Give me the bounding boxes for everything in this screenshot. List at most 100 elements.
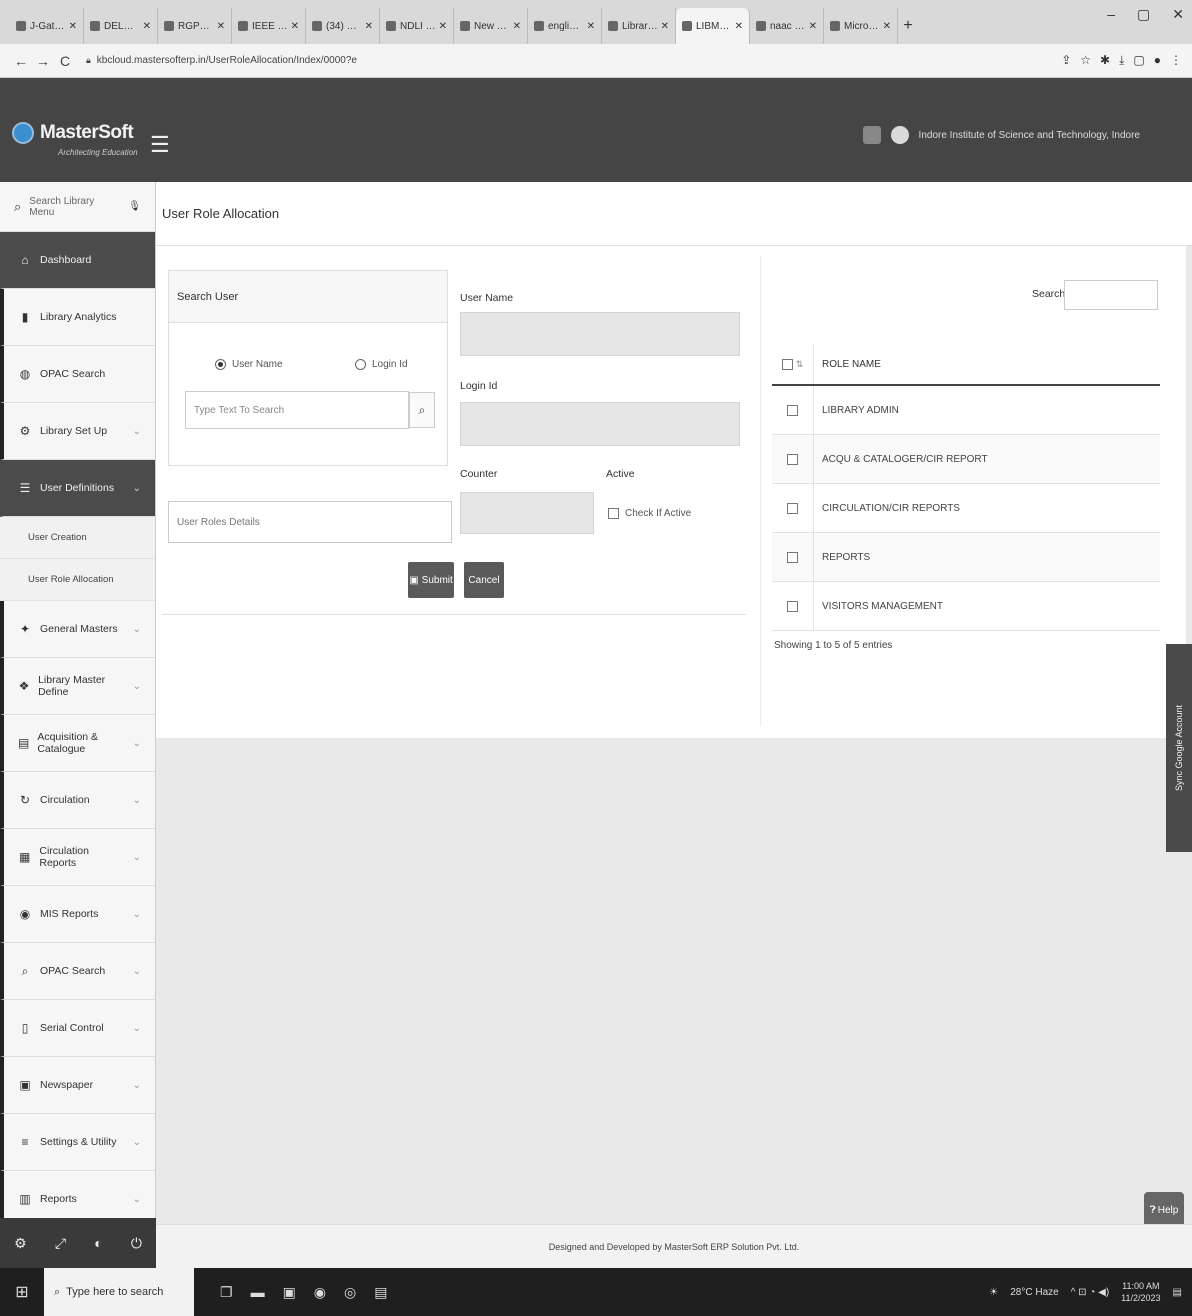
sidebar-item[interactable]: ✦ General Masters ⌄ xyxy=(0,601,155,658)
close-tab-icon[interactable]: ✕ xyxy=(883,21,891,32)
sidebar-item[interactable]: ◉ MIS Reports ⌄ xyxy=(0,886,155,943)
sync-google-account-tab[interactable]: Sync Google Account xyxy=(1166,644,1192,852)
browser-tab[interactable]: J-Gate - Lo✕ xyxy=(10,8,84,44)
close-tab-icon[interactable]: ✕ xyxy=(809,21,817,32)
sidebar-subitem[interactable]: User Creation xyxy=(0,517,155,559)
table-row[interactable]: LIBRARY ADMIN xyxy=(772,386,1160,435)
sort-icon[interactable]: ⇅ xyxy=(796,359,804,370)
sidebar-item[interactable]: ⌕ OPAC Search ⌄ xyxy=(0,943,155,1000)
new-tab-icon[interactable]: + xyxy=(898,8,918,44)
close-tab-icon[interactable]: ✕ xyxy=(735,21,743,32)
close-window-icon[interactable]: ✕ xyxy=(1172,6,1184,23)
sidebar-item[interactable]: ▤ Acquisition & Catalogue ⌄ xyxy=(0,715,155,772)
institute-name[interactable]: Indore Institute of Science and Technolo… xyxy=(919,130,1140,141)
sidebar-item[interactable]: ▣ Newspaper ⌄ xyxy=(0,1057,155,1114)
table-row[interactable]: VISITORS MANAGEMENT xyxy=(772,582,1160,631)
notifications-icon[interactable]: ▤ xyxy=(1173,1287,1182,1298)
hamburger-menu-icon[interactable]: ☰ xyxy=(150,132,170,158)
sidebar-item[interactable]: ⚙ Library Set Up ⌄ xyxy=(0,403,155,460)
minimize-icon[interactable]: – xyxy=(1107,6,1115,23)
select-all-checkbox[interactable] xyxy=(781,358,793,370)
download-icon[interactable]: ⤓ xyxy=(1119,53,1124,68)
taskbar-search[interactable]: ⌕ Type here to search xyxy=(44,1268,194,1316)
taskbar-search-input[interactable]: Type here to search xyxy=(66,1286,163,1298)
close-tab-icon[interactable]: ✕ xyxy=(439,21,447,32)
store-icon[interactable]: ▣ xyxy=(283,1284,296,1301)
user-search-input[interactable]: Type Text To Search xyxy=(185,391,409,429)
browser-tab[interactable]: IEEE - The✕ xyxy=(232,8,306,44)
radio-loginid-dot[interactable] xyxy=(355,359,366,370)
browser-tab[interactable]: english to✕ xyxy=(528,8,602,44)
cancel-button[interactable]: Cancel xyxy=(464,562,504,598)
task-view-icon[interactable]: ❐ xyxy=(220,1284,233,1301)
sidebar-item[interactable]: ▦ Circulation Reports ⌄ xyxy=(0,829,155,886)
weather-text[interactable]: 28°C Haze xyxy=(1010,1287,1058,1298)
lock-screen-icon[interactable]: ◐ xyxy=(94,1235,102,1251)
browser-tab[interactable]: naac criteri✕ xyxy=(750,8,824,44)
browser-tab[interactable]: (34) Feed |✕ xyxy=(306,8,380,44)
sidebar-subitem[interactable]: User Role Allocation xyxy=(0,559,155,601)
app-icon[interactable]: ▤ xyxy=(374,1284,387,1301)
row-checkbox[interactable] xyxy=(787,453,798,465)
close-tab-icon[interactable]: ✕ xyxy=(661,21,669,32)
sidebar-item[interactable]: ▮ Library Analytics xyxy=(0,289,155,346)
power-icon[interactable]: ⏻ xyxy=(131,1235,142,1252)
windows-start-icon[interactable]: ⊞ xyxy=(0,1282,44,1302)
close-tab-icon[interactable]: ✕ xyxy=(587,21,595,32)
kebab-menu-icon[interactable]: ⋮ xyxy=(1170,53,1182,68)
user-search-button[interactable]: ⌕ xyxy=(409,392,435,428)
sidebar-item[interactable]: ❖ Library Master Define ⌄ xyxy=(0,658,155,715)
role-name-column-header[interactable]: ROLE NAME xyxy=(814,359,1160,370)
row-checkbox[interactable] xyxy=(787,551,798,563)
row-checkbox[interactable] xyxy=(787,502,798,514)
reload-icon[interactable]: C xyxy=(54,53,76,69)
browser-tab[interactable]: RGPV Consc✕ xyxy=(158,8,232,44)
check-active[interactable]: Check If Active xyxy=(608,508,691,519)
browser-tab[interactable]: New Tab ✕ xyxy=(454,8,528,44)
sidebar-item[interactable]: ⌂ Dashboard xyxy=(0,232,155,289)
sidebar-search-input[interactable]: Search Library Menu xyxy=(29,196,120,218)
user-roles-details-field[interactable]: User Roles Details xyxy=(168,501,452,543)
row-checkbox[interactable] xyxy=(787,600,798,612)
sidebar-item[interactable]: ◍ OPAC Search xyxy=(0,346,155,403)
fullscreen-icon[interactable]: ⤢ xyxy=(55,1235,66,1252)
maximize-icon[interactable]: ▢ xyxy=(1137,6,1150,23)
help-button[interactable]: ❓︎ Help xyxy=(1144,1192,1184,1228)
bookmark-star-icon[interactable]: ☆ xyxy=(1080,53,1091,68)
close-tab-icon[interactable]: ✕ xyxy=(291,21,299,32)
sidebar-item[interactable]: ☰ User Definitions ⌄ xyxy=(0,460,155,517)
browser-tab[interactable]: Microsoft✕ xyxy=(824,8,898,44)
url-field[interactable]: 🔒︎ kbcloud.mastersofterp.in/UserRoleAllo… xyxy=(86,48,1052,73)
close-tab-icon[interactable]: ✕ xyxy=(513,21,521,32)
close-tab-icon[interactable]: ✕ xyxy=(143,21,151,32)
back-icon[interactable]: ← xyxy=(10,53,32,69)
user-avatar-icon[interactable] xyxy=(890,126,909,144)
close-tab-icon[interactable]: ✕ xyxy=(365,21,373,32)
browser-tab[interactable]: LIBMAN | C✕ xyxy=(676,8,750,44)
sidebar-item[interactable]: ≡ Settings & Utility ⌄ xyxy=(0,1114,155,1171)
settings-icon[interactable]: ⚙ xyxy=(14,1235,27,1252)
sidebar-item[interactable]: ↻ Circulation ⌄ xyxy=(0,772,155,829)
active-checkbox[interactable] xyxy=(608,508,619,519)
browser-tab[interactable]: Library rela✕ xyxy=(602,8,676,44)
radio-loginid[interactable]: Login Id xyxy=(355,359,408,370)
close-tab-icon[interactable]: ✕ xyxy=(69,21,77,32)
row-checkbox[interactable] xyxy=(787,404,798,416)
share-icon[interactable]: ⇪ xyxy=(1061,53,1071,68)
table-row[interactable]: ACQU & CATALOGER/CIR REPORT xyxy=(772,435,1160,484)
sidebar-item[interactable]: ▯ Serial Control ⌄ xyxy=(0,1000,155,1057)
radio-username[interactable]: User Name xyxy=(215,359,283,370)
table-row[interactable]: REPORTS xyxy=(772,533,1160,582)
microphone-icon[interactable]: 🎙︎ xyxy=(128,201,141,212)
sidebar-search[interactable]: ⌕ Search Library Menu 🎙︎ xyxy=(0,182,155,232)
taskbar-clock[interactable]: 11:00 AM 11/2/2023 xyxy=(1121,1280,1160,1304)
table-row[interactable]: CIRCULATION/CIR REPORTS xyxy=(772,484,1160,533)
submit-button[interactable]: ▣ Submit xyxy=(408,562,454,598)
browser-tab[interactable]: NDLI Club✕ xyxy=(380,8,454,44)
sidepanel-icon[interactable]: ▢ xyxy=(1133,53,1144,68)
close-tab-icon[interactable]: ✕ xyxy=(217,21,225,32)
forward-icon[interactable]: → xyxy=(32,53,54,69)
table-search-input[interactable] xyxy=(1064,280,1158,310)
browser-tab[interactable]: DELNET - H✕ xyxy=(84,8,158,44)
radio-username-dot[interactable] xyxy=(215,359,226,370)
